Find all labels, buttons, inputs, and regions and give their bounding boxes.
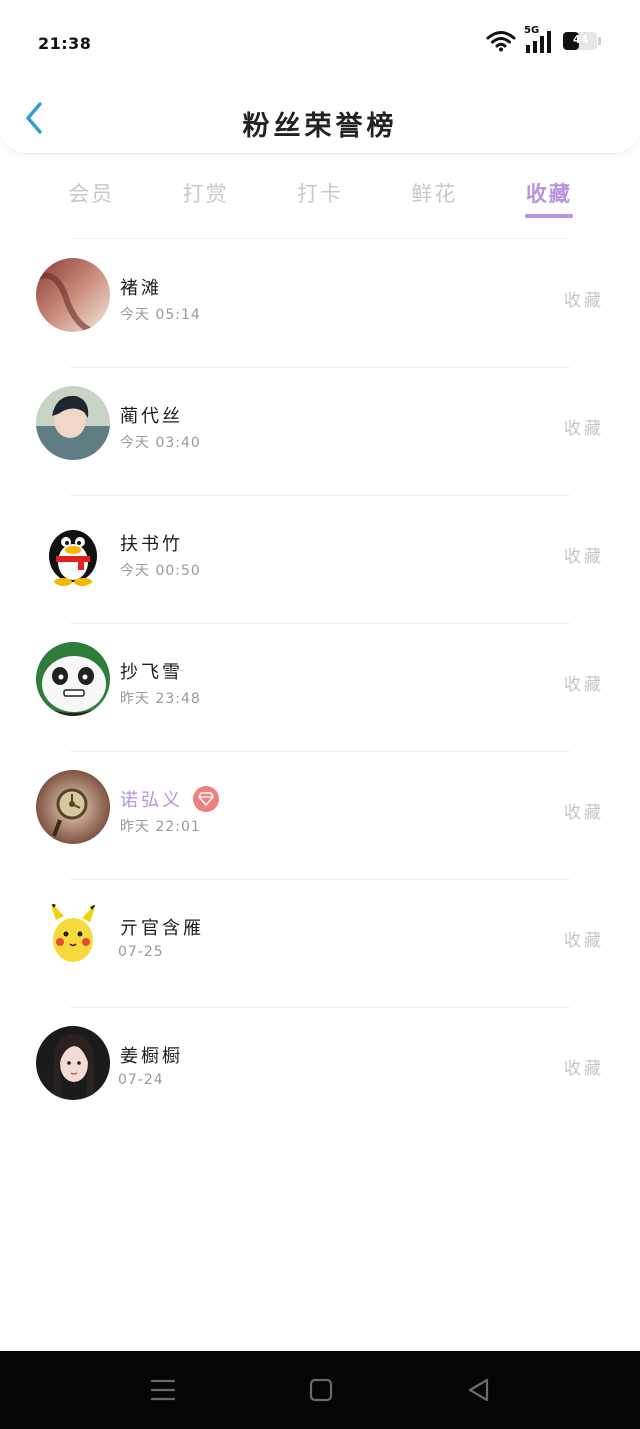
action-label: 收藏 [564,291,604,311]
fan-name: 蔺代丝 [120,406,183,427]
avatar [36,1026,110,1100]
battery-icon: 44 [562,30,602,52]
fan-time: 今天 03:40 [120,435,201,451]
tab-bar: 会员 打赏 打卡 鲜花 收藏 [34,172,606,226]
action-label: 收藏 [564,547,604,567]
network-type: 5G [524,25,540,36]
tab-favorites[interactable]: 收藏 [492,172,606,226]
action-label: 收藏 [564,675,604,695]
battery-level: 44 [573,33,589,46]
fan-time: 07-24 [118,1072,164,1088]
name-line: 扶书竹 [120,530,183,556]
fan-time: 昨天 22:01 [120,819,201,835]
home-icon [309,1378,333,1402]
diamond-icon [193,786,219,812]
menu-button[interactable] [148,1375,178,1405]
list-item[interactable]: 亓官含雁 07-25 收藏 [0,880,640,1008]
menu-icon [150,1379,176,1401]
list-item[interactable]: 蔺代丝 今天 03:40 收藏 [0,368,640,496]
avatar [36,770,110,844]
fan-time: 07-25 [118,944,164,960]
home-button[interactable] [306,1375,336,1405]
name-line: 抄飞雪 [120,658,183,684]
tab-tip[interactable]: 打赏 [148,172,262,226]
fan-name: 诺弘义 [120,790,183,811]
avatar [36,258,110,332]
list-item[interactable]: 褚滩 今天 05:14 收藏 [0,240,640,368]
tab-flowers[interactable]: 鲜花 [377,172,491,226]
list-item[interactable]: 姜橱橱 07-24 收藏 [0,1008,640,1136]
name-line: 姜橱橱 [120,1042,183,1068]
fan-time: 今天 00:50 [120,563,201,579]
name-line: 诺弘义 [120,786,219,812]
fan-time: 今天 05:14 [120,307,201,323]
page-title: 粉丝荣誉榜 [242,111,398,142]
fan-list: 褚滩 今天 05:14 收藏 蔺代丝 今天 03:40 收藏 扶书竹 今天 00… [0,240,640,1136]
name-line: 亓官含雁 [120,914,204,940]
fan-name: 姜橱橱 [120,1046,183,1067]
app-header: 21:38 5G 44 粉丝荣誉榜 [0,0,640,154]
back-nav-button[interactable] [464,1375,494,1405]
avatar [36,898,110,972]
divider [70,238,570,239]
action-label: 收藏 [564,931,604,951]
fan-time: 昨天 23:48 [120,691,201,707]
action-label: 收藏 [564,419,604,439]
tab-checkin[interactable]: 打卡 [263,172,377,226]
list-item[interactable]: 抄飞雪 昨天 23:48 收藏 [0,624,640,752]
avatar [36,642,110,716]
triangle-back-icon [468,1378,489,1402]
system-navigation-bar [0,1351,640,1429]
name-line: 褚滩 [120,274,162,300]
wifi-icon [486,30,516,52]
avatar [36,386,110,460]
fan-name: 亓官含雁 [120,918,204,939]
fan-name: 扶书竹 [120,534,183,555]
list-item[interactable]: 扶书竹 今天 00:50 收藏 [0,496,640,624]
status-icons: 5G 44 [486,25,602,54]
signal-icon: 5G [524,25,554,53]
action-label: 收藏 [564,1059,604,1079]
status-time: 21:38 [38,34,92,53]
fan-name: 抄飞雪 [120,662,183,683]
avatar [36,514,110,588]
fan-name: 褚滩 [120,278,162,299]
list-item[interactable]: 诺弘义 昨天 22:01 收藏 [0,752,640,880]
action-label: 收藏 [564,803,604,823]
name-line: 蔺代丝 [120,402,183,428]
tab-member[interactable]: 会员 [34,172,148,226]
